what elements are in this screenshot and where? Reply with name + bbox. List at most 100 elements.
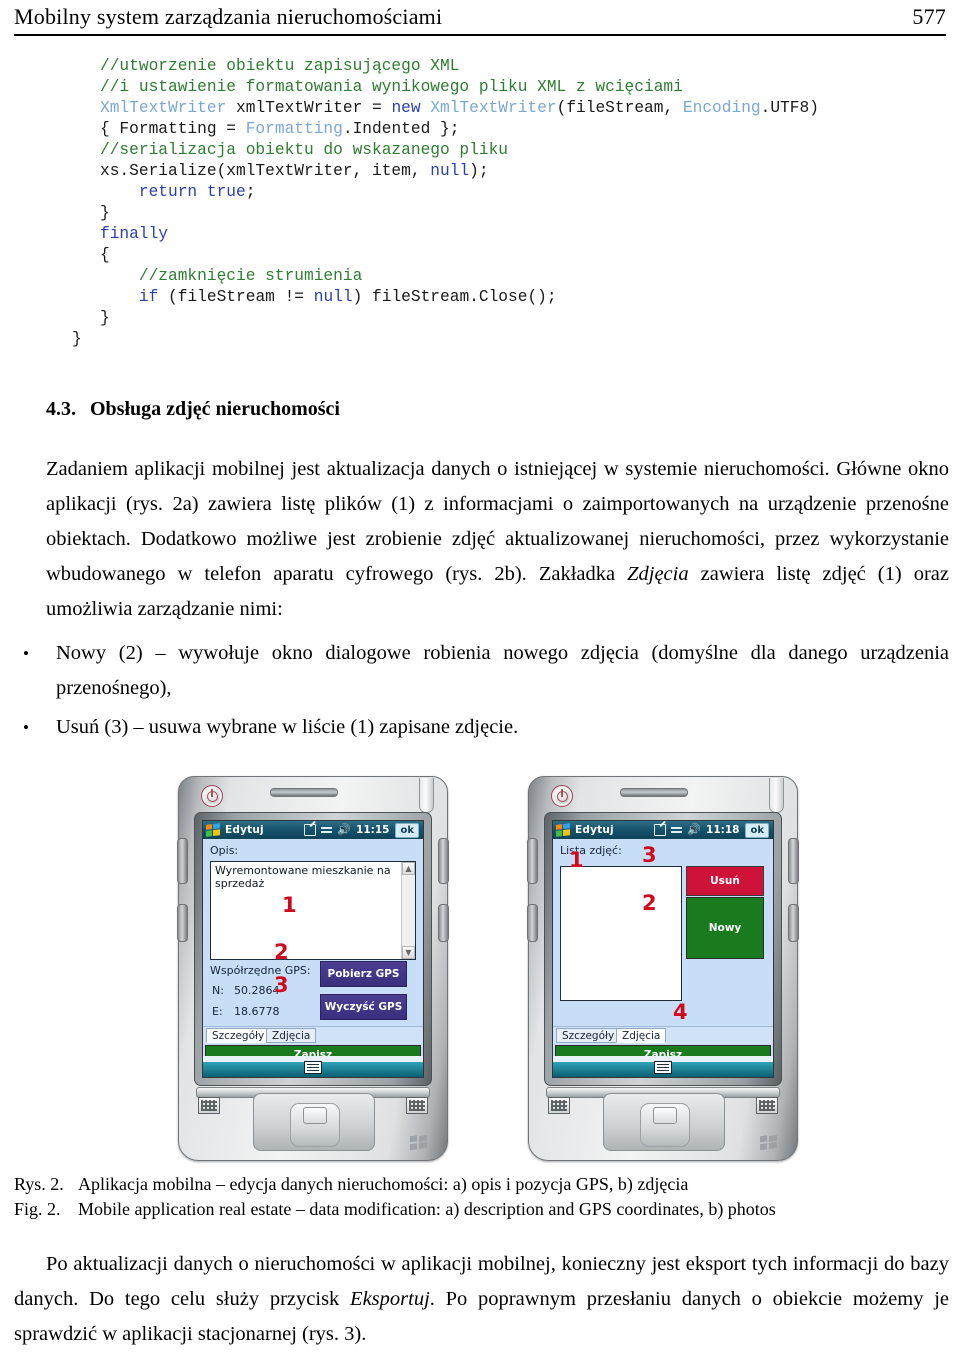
device-b-form: Lista zdjęć: Usuń Nowy Szczegóły Zdjęcia…: [553, 839, 773, 1077]
gps-section-label: Współrzędne GPS:: [210, 964, 311, 977]
annotation-4: 4: [673, 1000, 688, 1024]
pencil-icon[interactable]: [654, 824, 667, 836]
scroll-up-icon[interactable]: ▲: [402, 862, 415, 875]
device-b-clock[interactable]: 11:18: [706, 824, 739, 836]
device-b-titlebar: Edytuj 🔊 11:18 ok: [553, 821, 773, 839]
code-token: if: [138, 288, 159, 306]
device-a-hardware-keys: [184, 1087, 442, 1157]
code-token: }: [100, 309, 110, 327]
windows-logo-icon: [410, 1133, 428, 1151]
new-button[interactable]: Nowy: [686, 897, 764, 959]
device-a-clock[interactable]: 11:15: [356, 824, 389, 836]
page-number: 577: [912, 4, 946, 29]
code-line: //serializacja obiektu do wskazanego pli…: [100, 140, 819, 161]
code-listing: //utworzenie obiektu zapisującego XML //i…: [72, 56, 819, 350]
list-item: • Usuń (3) – usuwa wybrane w liście (1) …: [14, 710, 949, 745]
caption-text-pl: Aplikacja mobilna – edycja danych nieruc…: [78, 1174, 689, 1194]
windows-logo-icon: [760, 1133, 778, 1151]
header-divider: [14, 34, 946, 36]
tab-zdjecia[interactable]: Zdjęcia: [266, 1028, 317, 1043]
screen-bezel: Edytuj 🔊 11:15 ok Opis: Wyremontowane mi…: [194, 812, 432, 1086]
code-line: //utworzenie obiektu zapisującego XML: [100, 56, 819, 77]
device-b-screen: Edytuj 🔊 11:18 ok Lista zdjęć: Usuń Nowy: [552, 820, 774, 1078]
caption-text-en: Mobile application real estate – data mo…: [78, 1199, 776, 1219]
code-token: //serializacja obiektu do wskazanego pli…: [100, 141, 508, 159]
clear-gps-button[interactable]: Wyczyść GPS: [320, 994, 407, 1020]
gps-north-label: N:: [212, 984, 224, 997]
pencil-icon[interactable]: [304, 824, 317, 836]
device-a-titlebar: Edytuj 🔊 11:15 ok: [203, 821, 423, 839]
gps-north-value: 50.2864: [234, 984, 280, 997]
code-token: xmlTextWriter =: [226, 99, 392, 117]
annotation-3: 3: [274, 973, 289, 997]
code-line: if (fileStream != null) fileStream.Close…: [100, 287, 819, 308]
keyboard-icon[interactable]: [654, 1061, 672, 1074]
code-token: true: [206, 183, 246, 201]
paragraph-closing: Po aktualizacji danych o nieruchomości w…: [14, 1247, 949, 1352]
description-scrollbar[interactable]: ▲ ▼: [401, 862, 415, 959]
code-token: );: [469, 162, 489, 180]
dpad-block[interactable]: [253, 1093, 375, 1151]
section-heading: 4.3. Obsługa zdjęć nieruchomości: [46, 398, 340, 421]
network-icon[interactable]: [321, 825, 333, 835]
side-button-right-upper: [788, 838, 799, 884]
device-b-ok-button[interactable]: ok: [745, 822, 769, 838]
code-token: //utworzenie obiektu zapisującego XML: [100, 57, 460, 75]
code-line: return true;: [100, 182, 819, 203]
tab-szczegoly[interactable]: Szczegóły: [206, 1028, 271, 1043]
code-token: ;: [245, 183, 256, 201]
code-line: {: [100, 245, 819, 266]
paragraph-intro-emphasis: Zdjęcia: [627, 563, 689, 585]
section-title: Obsługa zdjęć nieruchomości: [90, 398, 340, 420]
left-soft-key[interactable]: [548, 1097, 570, 1114]
left-soft-key[interactable]: [198, 1097, 220, 1114]
code-token: ) fileStream.Close();: [352, 288, 557, 306]
list-item-text: Usuń (3) – usuwa wybrane w liście (1) za…: [56, 716, 519, 738]
pda-device-b: Edytuj 🔊 11:18 ok Lista zdjęć: Usuń Nowy: [527, 776, 799, 1161]
delete-button[interactable]: Usuń: [686, 866, 764, 896]
gps-east-value: 18.6778: [234, 1005, 280, 1018]
speaker-grille: [620, 788, 688, 797]
dpad-block[interactable]: [603, 1093, 725, 1151]
caption-label-en: Fig. 2.: [14, 1199, 61, 1219]
device-a-input-panel[interactable]: [203, 1056, 423, 1077]
annotation-3: 3: [642, 843, 657, 867]
code-token: finally: [100, 225, 168, 243]
description-textbox[interactable]: Wyremontowane mieszkanie na sprzedaż ▲ ▼: [210, 861, 416, 960]
scroll-down-icon[interactable]: ▼: [402, 946, 415, 959]
dpad-center-button[interactable]: [653, 1107, 677, 1124]
get-gps-button[interactable]: Pobierz GPS: [320, 961, 407, 987]
figure-2: Edytuj 🔊 11:15 ok Opis: Wyremontowane mi…: [0, 776, 960, 1166]
photo-list[interactable]: [560, 866, 682, 1001]
speaker-icon[interactable]: 🔊: [687, 824, 701, 835]
code-line: finally: [100, 224, 819, 245]
speaker-icon[interactable]: 🔊: [337, 824, 351, 835]
side-button-right-lower: [438, 904, 449, 942]
dpad-center-button[interactable]: [303, 1107, 327, 1124]
figure-caption: Rys. 2. Aplikacja mobilna – edycja danych…: [14, 1172, 949, 1222]
device-b-hardware-keys: [534, 1087, 792, 1157]
code-token: null: [430, 162, 470, 180]
code-token: }: [72, 330, 82, 348]
device-a-tabstrip: Szczegóły Zdjęcia: [203, 1026, 423, 1044]
keyboard-icon[interactable]: [304, 1061, 322, 1074]
section-number: 4.3.: [46, 398, 76, 420]
code-token: return: [138, 183, 198, 201]
device-b-input-panel[interactable]: [553, 1056, 773, 1077]
code-token: Encoding: [682, 99, 761, 117]
right-soft-key[interactable]: [756, 1097, 778, 1114]
speaker-grille: [270, 788, 338, 797]
stylus-slot: [769, 778, 784, 813]
code-line: //i ustawienie formatowania wynikowego p…: [100, 77, 819, 98]
caption-row-en: Fig. 2. Mobile application real estate – …: [14, 1197, 949, 1222]
tab-szczegoly[interactable]: Szczegóły: [556, 1028, 621, 1043]
code-token: {: [100, 246, 110, 264]
list-item-text: Nowy (2) – wywołuje okno dialogowe robie…: [56, 642, 949, 699]
network-icon[interactable]: [671, 825, 683, 835]
tab-zdjecia[interactable]: Zdjęcia: [616, 1028, 667, 1043]
pda-device-a: Edytuj 🔊 11:15 ok Opis: Wyremontowane mi…: [177, 776, 449, 1161]
code-line: xs.Serialize(xmlTextWriter, item, null);: [100, 161, 819, 182]
right-soft-key[interactable]: [406, 1097, 428, 1114]
device-a-ok-button[interactable]: ok: [395, 822, 419, 838]
